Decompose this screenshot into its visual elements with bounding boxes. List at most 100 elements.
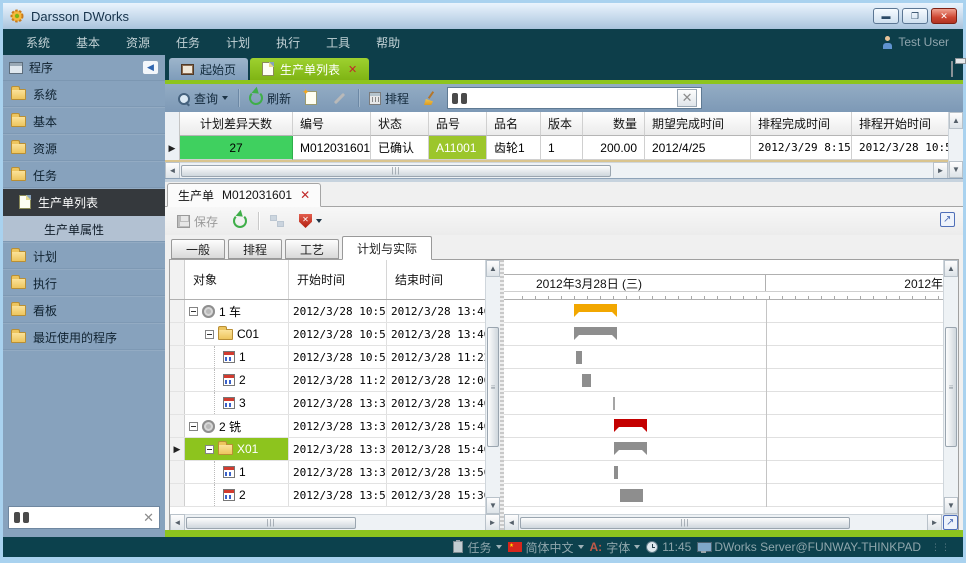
sidebar-item-kanban[interactable]: 看板: [3, 297, 165, 324]
col-object[interactable]: 对象: [185, 260, 289, 299]
tree-row-task[interactable]: 2 2012/3/28 11:22 2012/3/28 12:00: [170, 369, 485, 392]
order-tab-close-icon[interactable]: ✕: [300, 188, 310, 202]
sidebar-item-production-order-props[interactable]: 生产单属性: [3, 216, 165, 243]
list-search-input[interactable]: [472, 91, 672, 106]
gantt-bar[interactable]: [620, 489, 643, 502]
popout-icon[interactable]: [940, 212, 955, 227]
tree-row-task[interactable]: 1 2012/3/28 10:52 2012/3/28 11:22: [170, 346, 485, 369]
menu-execute[interactable]: 执行: [263, 34, 313, 51]
list-search-clear-icon[interactable]: ✕: [677, 89, 697, 107]
sidebar-collapse-button[interactable]: ◀: [142, 60, 159, 75]
tree-horizontal-scrollbar[interactable]: ◄ ||| ►: [170, 514, 500, 530]
sidebar-search-input[interactable]: [29, 511, 143, 525]
col-plan-diff-days[interactable]: 计划差异天数: [180, 112, 293, 136]
gantt-bar[interactable]: [614, 466, 618, 479]
list-search-box[interactable]: ✕: [447, 87, 702, 109]
col-status[interactable]: 状态: [371, 112, 429, 136]
subtab-schedule[interactable]: 排程: [228, 239, 282, 259]
scroll-up-arrow[interactable]: ▲: [949, 112, 963, 129]
tree-row-machine-group[interactable]: 1 车 2012/3/28 10:52 2012/3/28 13:40: [170, 300, 485, 323]
tab-start-page[interactable]: 起始页: [169, 58, 248, 80]
grid-vertical-scrollbar[interactable]: ▲ ▼: [948, 112, 963, 178]
menu-plan[interactable]: 计划: [213, 34, 263, 51]
title-bar[interactable]: Darsson DWorks ▬ ❐ ✕: [3, 3, 963, 29]
sidebar-item-plan[interactable]: 计划: [3, 243, 165, 270]
scroll-down-arrow[interactable]: ▼: [949, 161, 963, 178]
scroll-up-arrow[interactable]: ▲: [944, 260, 958, 277]
col-qty[interactable]: 数量: [583, 112, 645, 136]
scroll-left-arrow[interactable]: ◄: [170, 514, 185, 531]
col-sched-finish[interactable]: 排程完成时间: [751, 112, 852, 136]
grid-horizontal-scrollbar[interactable]: ◄ ||| ►: [165, 162, 948, 178]
scroll-thumb[interactable]: |||: [181, 165, 611, 177]
sidebar-item-recent-programs[interactable]: 最近使用的程序: [3, 324, 165, 351]
sidebar-search-box[interactable]: ✕: [8, 506, 160, 529]
menu-tools[interactable]: 工具: [313, 34, 363, 51]
scroll-down-arrow[interactable]: ▼: [944, 497, 958, 514]
sidebar-item-task[interactable]: 任务: [3, 162, 165, 189]
col-item-no[interactable]: 品号: [429, 112, 487, 136]
scroll-up-arrow[interactable]: ▲: [486, 260, 500, 277]
scroll-left-arrow[interactable]: ◄: [504, 514, 519, 531]
collapse-icon[interactable]: [205, 445, 214, 454]
menu-help[interactable]: 帮助: [363, 34, 413, 51]
order-tab[interactable]: 生产单 M012031601 ✕: [167, 183, 321, 207]
col-start-time[interactable]: 开始时间: [289, 260, 387, 299]
save-button[interactable]: 保存: [173, 211, 222, 232]
tree-row-machine-selected[interactable]: ▶ X01 2012/3/28 13:30 2012/3/28 15:40: [170, 438, 485, 461]
scroll-thumb[interactable]: |||: [520, 517, 850, 529]
sidebar-item-system[interactable]: 系统: [3, 81, 165, 108]
sidebar-search-clear-icon[interactable]: ✕: [143, 510, 154, 526]
scroll-right-arrow[interactable]: ►: [927, 514, 942, 531]
sidebar-item-execute[interactable]: 执行: [3, 270, 165, 297]
flow-button[interactable]: [266, 213, 288, 229]
tab-production-order-list[interactable]: 生产单列表 ✕: [250, 58, 369, 80]
collapse-icon[interactable]: [205, 330, 214, 339]
refresh-button[interactable]: 刷新: [245, 88, 295, 109]
collapse-icon[interactable]: [189, 307, 198, 316]
sidebar-item-production-order-list[interactable]: 生产单列表: [3, 189, 165, 216]
menu-basic[interactable]: 基本: [63, 34, 113, 51]
resize-grip[interactable]: ⋮⋮: [931, 542, 951, 553]
tab-close-icon[interactable]: ✕: [348, 63, 357, 76]
scroll-thumb[interactable]: |||: [186, 517, 356, 529]
scroll-thumb[interactable]: ≡: [487, 327, 499, 447]
menu-task[interactable]: 任务: [163, 34, 213, 51]
gantt-bar[interactable]: [613, 397, 615, 410]
scroll-thumb[interactable]: ≡: [945, 327, 957, 447]
scroll-down-arrow[interactable]: ▼: [486, 497, 500, 514]
col-version[interactable]: 版本: [541, 112, 583, 136]
menu-system[interactable]: 系统: [13, 34, 63, 51]
scroll-left-arrow[interactable]: ◄: [165, 162, 180, 178]
tree-row-machine-group[interactable]: 2 铣 2012/3/28 13:30 2012/3/28 15:40: [170, 415, 485, 438]
gantt-bar[interactable]: [574, 327, 617, 335]
gantt-bar[interactable]: [582, 374, 591, 387]
tree-row-task[interactable]: 3 2012/3/28 13:30 2012/3/28 13:40: [170, 392, 485, 415]
restore-button[interactable]: ❐: [902, 8, 928, 24]
gantt-bar[interactable]: [614, 442, 647, 450]
subtab-plan-vs-actual[interactable]: 计划与实际: [342, 236, 432, 260]
sidebar-item-basic[interactable]: 基本: [3, 108, 165, 135]
gantt-bar[interactable]: [614, 419, 647, 427]
validate-button[interactable]: ✕: [295, 212, 326, 230]
close-button[interactable]: ✕: [931, 8, 957, 24]
menu-resource[interactable]: 资源: [113, 34, 163, 51]
col-item-name[interactable]: 品名: [487, 112, 541, 136]
current-user[interactable]: Test User: [882, 35, 953, 49]
tree-row-machine[interactable]: C01 2012/3/28 10:52 2012/3/28 13:40: [170, 323, 485, 346]
gantt-vertical-scrollbar[interactable]: ▲ ≡ ▼: [943, 260, 958, 514]
new-button[interactable]: [301, 89, 321, 107]
order-refresh-button[interactable]: [229, 212, 251, 230]
sidebar-item-resource[interactable]: 资源: [3, 135, 165, 162]
clean-button[interactable]: [419, 89, 441, 107]
status-font-selector[interactable]: A: 字体: [590, 539, 641, 556]
printer-icon[interactable]: [951, 61, 953, 77]
col-end-time[interactable]: 结束时间: [387, 260, 485, 299]
schedule-button[interactable]: 排程: [365, 88, 413, 109]
status-server[interactable]: DWorks Server@FUNWAY-THINKPAD: [697, 540, 921, 554]
tree-row-task[interactable]: 2 2012/3/28 13:50 2012/3/28 15:30: [170, 484, 485, 507]
gantt-popout-icon[interactable]: [943, 515, 958, 530]
status-language-selector[interactable]: 简体中文: [508, 539, 584, 556]
edit-button[interactable]: [327, 95, 352, 102]
gantt-horizontal-scrollbar[interactable]: ◄ ||| ►: [504, 514, 958, 530]
